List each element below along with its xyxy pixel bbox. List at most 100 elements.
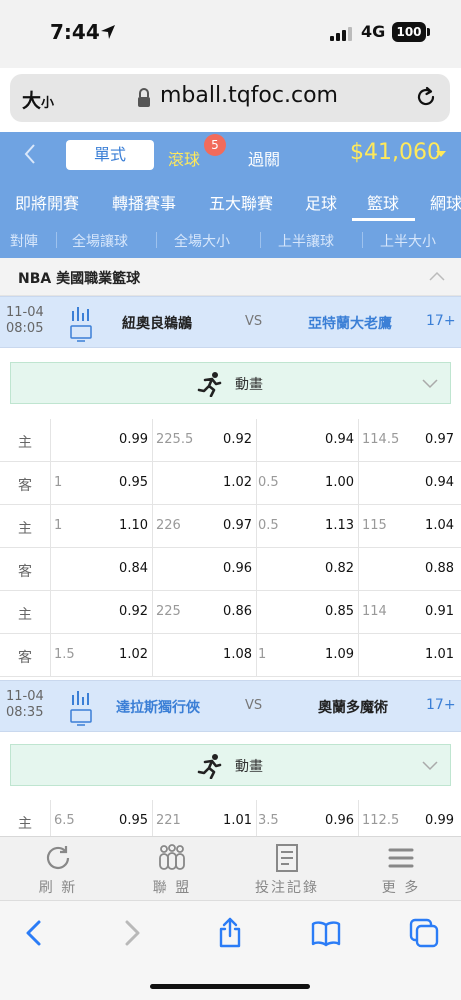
signal-icon [330, 25, 352, 41]
more-markets-link[interactable]: 17+ [426, 697, 456, 713]
bookmarks-icon[interactable] [310, 917, 342, 949]
tab-tennis[interactable]: 網球 [430, 190, 461, 214]
live-stats-tv-icon[interactable] [68, 303, 94, 343]
away-team: 奧蘭多魔術 [318, 700, 388, 716]
runner-icon [197, 372, 222, 397]
text-size-large: 大 [22, 90, 42, 112]
odds-value[interactable]: 1.00 [308, 475, 354, 490]
menu-icon [388, 848, 414, 868]
odds-value[interactable]: 0.84 [102, 561, 148, 576]
column-divider [50, 462, 51, 505]
odds-value[interactable]: 0.91 [408, 604, 454, 619]
chevron-down-icon[interactable] [421, 377, 439, 389]
odds-value[interactable]: 0.94 [408, 475, 454, 490]
side-label: 主 [18, 816, 32, 832]
odds-value[interactable]: 0.99 [408, 813, 454, 828]
bettab-half-handicap[interactable]: 上半讓球 [278, 231, 334, 251]
match-row[interactable]: 11-04 08:35 達拉斯獨行俠 VS 奧蘭多魔術 17+ [0, 680, 461, 732]
odds-value[interactable]: 1.13 [308, 518, 354, 533]
league-header[interactable]: NBA 美國職業籃球 [0, 258, 461, 296]
league-label: 聯 盟 [152, 880, 192, 896]
odds-value[interactable]: 0.88 [408, 561, 454, 576]
animation-toggle[interactable]: 動畫 [10, 362, 451, 404]
odds-value[interactable]: 1.08 [206, 647, 252, 662]
reload-icon[interactable] [415, 86, 437, 108]
side-label: 客 [18, 650, 32, 666]
tab-live-bet[interactable]: 滾球 [168, 146, 200, 170]
odds-value[interactable]: 0.86 [206, 604, 252, 619]
odds-value[interactable]: 1.04 [408, 518, 454, 533]
column-divider [256, 591, 257, 634]
column-divider [358, 462, 359, 505]
divider [362, 232, 363, 248]
caret-down-icon[interactable] [436, 151, 446, 157]
odds-value[interactable]: 0.85 [308, 604, 354, 619]
odds-value[interactable]: 0.99 [102, 432, 148, 447]
odds-value[interactable]: 1.02 [206, 475, 252, 490]
back-chevron-icon[interactable] [22, 142, 38, 166]
odds-value[interactable]: 0.95 [102, 475, 148, 490]
odds-value[interactable]: 0.95 [102, 813, 148, 828]
handicap-line: 0.5 [258, 475, 279, 490]
bottom-nav: 刷 新 聯 盟 投注記錄 更 多 [0, 836, 461, 900]
tab-broadcast[interactable]: 轉播賽事 [112, 190, 176, 214]
odds-value[interactable]: 0.94 [308, 432, 354, 447]
refresh-button[interactable]: 刷 新 [3, 843, 113, 897]
text-size-button[interactable]: 大小 [22, 86, 54, 113]
odds-row: 客 0.84 0.96 0.82 0.88 [0, 548, 461, 591]
animation-label: 動畫 [235, 377, 263, 393]
column-divider [358, 419, 359, 462]
bettab-full-total[interactable]: 全場大小 [174, 231, 230, 251]
animation-toggle[interactable]: 動畫 [10, 744, 451, 786]
tab-top-leagues[interactable]: 五大聯賽 [209, 190, 273, 214]
people-icon [159, 844, 185, 870]
column-divider [152, 419, 153, 462]
column-divider [50, 591, 51, 634]
match-datetime: 11-04 08:35 [6, 689, 44, 721]
odds-value[interactable]: 1.01 [206, 813, 252, 828]
more-markets-link[interactable]: 17+ [426, 313, 456, 329]
odds-value[interactable]: 1.02 [102, 647, 148, 662]
tab-single-bet[interactable]: 單式 [66, 140, 154, 170]
chevron-up-icon[interactable] [428, 269, 446, 283]
handicap-line: 112.5 [362, 813, 400, 828]
tab-parlay[interactable]: 過關 [248, 146, 280, 170]
column-divider [256, 505, 257, 548]
odds-value[interactable]: 1.10 [102, 518, 148, 533]
tab-upcoming[interactable]: 即將開賽 [15, 190, 79, 214]
bet-history-button[interactable]: 投注記錄 [232, 843, 342, 897]
share-icon[interactable] [214, 917, 246, 949]
column-divider [256, 634, 257, 677]
odds-value[interactable]: 0.92 [206, 432, 252, 447]
chevron-down-icon[interactable] [421, 759, 439, 771]
tab-basketball[interactable]: 籃球 [367, 190, 399, 214]
account-balance[interactable]: $41,060 [350, 140, 441, 165]
bettab-full-handicap[interactable]: 全場讓球 [72, 231, 128, 251]
more-button[interactable]: 更 多 [346, 843, 456, 897]
handicap-line: 3.5 [258, 813, 279, 828]
bettab-matchup[interactable]: 對陣 [10, 231, 38, 251]
back-icon[interactable] [18, 917, 50, 949]
forward-icon[interactable] [116, 917, 148, 949]
handicap-line: 1 [54, 475, 63, 490]
odds-value[interactable]: 0.92 [102, 604, 148, 619]
bettab-half-total[interactable]: 上半大小 [380, 231, 436, 251]
odds-value[interactable]: 0.96 [206, 561, 252, 576]
bet-type-tabs: 對陣 全場讓球 全場大小 上半讓球 上半大小 [0, 222, 461, 258]
odds-value[interactable]: 1.01 [408, 647, 454, 662]
match-row[interactable]: 11-04 08:05 紐奧良鵜鶘 VS 亞特蘭大老鷹 17+ [0, 296, 461, 348]
tabs-icon[interactable] [408, 917, 440, 949]
animation-label: 動畫 [235, 759, 263, 775]
lock-icon [138, 88, 150, 107]
odds-value[interactable]: 1.09 [308, 647, 354, 662]
away-team: 亞特蘭大老鷹 [308, 316, 392, 332]
address-bar[interactable]: 大小 mball.tqfoc.com [10, 74, 450, 122]
live-stats-tv-icon[interactable] [68, 687, 94, 727]
odds-value[interactable]: 0.82 [308, 561, 354, 576]
odds-value[interactable]: 0.97 [206, 518, 252, 533]
tab-football[interactable]: 足球 [305, 190, 337, 214]
league-button[interactable]: 聯 盟 [117, 843, 227, 897]
url-text[interactable]: mball.tqfoc.com [160, 83, 338, 108]
odds-value[interactable]: 0.96 [308, 813, 354, 828]
odds-value[interactable]: 0.97 [408, 432, 454, 447]
